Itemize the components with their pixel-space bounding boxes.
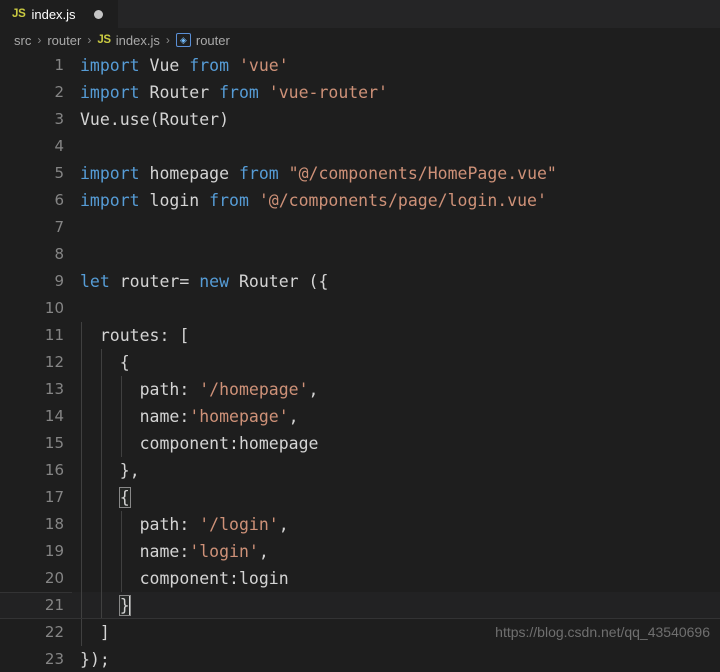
line-number: 3 xyxy=(54,110,64,128)
chevron-right-icon: › xyxy=(37,33,42,47)
breadcrumb: src › router › JS index.js › ◈ router xyxy=(0,28,720,52)
code-line-content[interactable]: routes: [ xyxy=(72,322,720,349)
code-line[interactable]: 4 xyxy=(0,133,720,160)
line-number: 10 xyxy=(44,299,64,317)
code-line-content[interactable]: name:'homepage', xyxy=(72,403,720,430)
code-line[interactable]: 2 import Router from 'vue-router' xyxy=(0,79,720,106)
code-line-content[interactable]: import Vue from 'vue' xyxy=(72,52,720,79)
code-line[interactable]: 6 import login from '@/components/page/lo… xyxy=(0,187,720,214)
line-number: 11 xyxy=(44,326,64,344)
line-number: 4 xyxy=(54,137,64,155)
code-line-content[interactable]: Vue.use(Router) xyxy=(72,106,720,133)
code-line[interactable]: 14 name:'homepage', xyxy=(0,403,720,430)
editor-tab-bar: JS index.js xyxy=(0,0,720,28)
code-line-content[interactable]: { xyxy=(72,349,720,376)
code-line-content[interactable]: path: '/homepage', xyxy=(72,376,720,403)
code-line[interactable]: 18 path: '/login', xyxy=(0,511,720,538)
code-line[interactable]: 8 xyxy=(0,241,720,268)
line-number: 5 xyxy=(54,164,64,182)
variable-symbol-icon: ◈ xyxy=(175,33,191,47)
code-line-content[interactable]: } xyxy=(72,592,720,619)
unsaved-dot-icon[interactable] xyxy=(93,9,103,19)
code-line-content[interactable] xyxy=(72,295,720,322)
line-number: 12 xyxy=(44,353,64,371)
code-line-content[interactable] xyxy=(72,214,720,241)
code-line[interactable]: 19 name:'login', xyxy=(0,538,720,565)
chevron-right-icon: › xyxy=(165,33,170,47)
line-number: 18 xyxy=(44,515,64,533)
tab-index-js[interactable]: JS index.js xyxy=(0,0,118,28)
line-number: 6 xyxy=(54,191,64,209)
line-number: 23 xyxy=(44,650,64,668)
code-line[interactable]: 12 { xyxy=(0,349,720,376)
code-line-content[interactable] xyxy=(72,133,720,160)
breadcrumb-item-src[interactable]: src xyxy=(14,33,31,48)
js-file-icon: JS xyxy=(97,34,111,46)
code-line[interactable]: 20 component:login xyxy=(0,565,720,592)
code-line[interactable]: 3 Vue.use(Router) xyxy=(0,106,720,133)
code-line[interactable]: 1 import Vue from 'vue' xyxy=(0,52,720,79)
line-number: 2 xyxy=(54,83,64,101)
line-number: 1 xyxy=(54,56,64,74)
code-line[interactable]: 11 routes: [ xyxy=(0,322,720,349)
code-editor[interactable]: 1 import Vue from 'vue' 2 import Router fro… xyxy=(0,52,720,672)
code-line[interactable]: 17 { xyxy=(0,484,720,511)
code-line-content[interactable]: import Router from 'vue-router' xyxy=(72,79,720,106)
code-line[interactable]: 5 import homepage from "@/components/Home… xyxy=(0,160,720,187)
code-lines-container[interactable]: 1 import Vue from 'vue' 2 import Router fro… xyxy=(0,52,720,672)
code-line-content[interactable]: name:'login', xyxy=(72,538,720,565)
chevron-right-icon: › xyxy=(87,33,92,47)
code-line[interactable]: 9 let router= new Router ({ xyxy=(0,268,720,295)
line-number: 15 xyxy=(44,434,64,452)
line-number: 8 xyxy=(54,245,64,263)
breadcrumb-item-symbol-router[interactable]: router xyxy=(196,33,230,48)
line-number: 22 xyxy=(44,623,64,641)
line-number: 16 xyxy=(44,461,64,479)
code-line-content[interactable]: }); xyxy=(72,646,720,672)
code-line[interactable]: 16 }, xyxy=(0,457,720,484)
code-line-content[interactable]: component:homepage xyxy=(72,430,720,457)
code-line[interactable]: 13 path: '/homepage', xyxy=(0,376,720,403)
code-line-content[interactable]: }, xyxy=(72,457,720,484)
line-number: 21 xyxy=(0,592,72,619)
code-line[interactable]: 21 } xyxy=(0,592,720,619)
breadcrumb-item-router[interactable]: router xyxy=(47,33,81,48)
watermark-text: https://blog.csdn.net/qq_43540696 xyxy=(495,624,710,640)
text-cursor xyxy=(128,596,131,615)
line-number: 14 xyxy=(44,407,64,425)
code-line[interactable]: 10 xyxy=(0,295,720,322)
code-line[interactable]: 15 component:homepage xyxy=(0,430,720,457)
line-number: 19 xyxy=(44,542,64,560)
line-number: 9 xyxy=(54,272,64,290)
line-number: 20 xyxy=(44,569,64,587)
line-number: 7 xyxy=(54,218,64,236)
code-line[interactable]: 23}); xyxy=(0,646,720,672)
code-line-content[interactable]: import login from '@/components/page/log… xyxy=(72,187,720,214)
js-file-icon: JS xyxy=(12,8,26,20)
tab-label: index.js xyxy=(31,6,76,22)
code-line-content[interactable]: { xyxy=(72,484,720,511)
code-line-content[interactable] xyxy=(72,241,720,268)
code-line-content[interactable]: let router= new Router ({ xyxy=(72,268,720,295)
line-number: 13 xyxy=(44,380,64,398)
code-line[interactable]: 7 xyxy=(0,214,720,241)
line-number: 17 xyxy=(44,488,64,506)
code-line-content[interactable]: path: '/login', xyxy=(72,511,720,538)
breadcrumb-item-index-js[interactable]: index.js xyxy=(116,33,160,48)
code-line-content[interactable]: component:login xyxy=(72,565,720,592)
code-line-content[interactable]: import homepage from "@/components/HomeP… xyxy=(72,160,720,187)
bracket-match-highlight: { xyxy=(118,487,131,508)
